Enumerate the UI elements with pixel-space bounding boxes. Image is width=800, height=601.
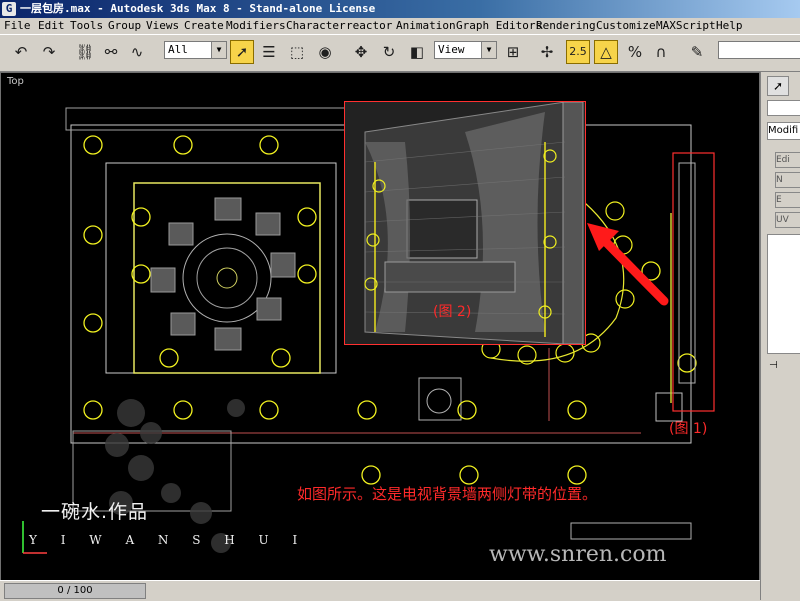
menu-rendering[interactable]: Rendering [536, 18, 596, 34]
bottom-radiator [570, 522, 692, 540]
select-object-icon[interactable]: ➚ [230, 40, 254, 64]
menu-maxscript[interactable]: MAXScript [656, 18, 716, 34]
chandelier-inner [196, 247, 258, 309]
select-link-icon[interactable]: ⛓ [74, 41, 96, 63]
named-selection-icon[interactable]: ✎ [686, 41, 708, 63]
modifier-stack-list[interactable] [767, 234, 800, 354]
rectangular-selection-icon[interactable]: ⬚ [286, 41, 308, 63]
time-slider-bar: 0 / 100 [0, 580, 760, 601]
figure2-label: (图 2) [433, 304, 472, 320]
figure1-label: (图 1) [669, 421, 708, 437]
menu-edit[interactable]: Edit [38, 18, 65, 34]
pin-stack-icon[interactable]: ⊣ [769, 360, 778, 371]
app-icon[interactable]: G [2, 2, 16, 16]
angle-snap-icon[interactable]: △ [594, 40, 618, 64]
scale-icon[interactable]: ◧ [406, 41, 428, 63]
create-tab-icon[interactable]: ➚ [767, 76, 789, 96]
menu-animation[interactable]: Animation [396, 18, 456, 34]
spinner-snap-icon[interactable]: ∩ [650, 41, 672, 63]
percent-snap-icon[interactable]: % [624, 41, 646, 63]
chandelier-core [216, 267, 238, 289]
flower-decoration [105, 399, 245, 553]
chevron-down-icon: ▼ [481, 42, 496, 58]
site-watermark: www.snren.com [489, 542, 667, 567]
menu-character[interactable]: Character [286, 18, 346, 34]
edit-mesh-button[interactable]: Edi [775, 152, 800, 168]
top-viewport[interactable]: Top (图 2) (图 1) 如图所示。这是电视背景墙两侧灯带的位置。 一碗水… [0, 72, 760, 582]
normal-button[interactable]: N [775, 172, 800, 188]
object-name-field[interactable] [767, 100, 800, 116]
chevron-down-icon: ▼ [211, 42, 226, 58]
chair-ring [150, 197, 296, 351]
menu-customize[interactable]: Customize [596, 18, 656, 34]
window-crossing-icon[interactable]: ◉ [314, 41, 336, 63]
move-icon[interactable]: ✥ [350, 41, 372, 63]
select-by-name-icon[interactable]: ☰ [258, 41, 280, 63]
menu-graph-editors[interactable]: Graph Editors [456, 18, 542, 34]
select-manipulate-icon[interactable]: ✢ [536, 41, 558, 63]
modifier-list-dropdown[interactable]: Modifi [767, 122, 800, 140]
menu-file[interactable]: File [4, 18, 31, 34]
menu-bar: File Edit Tools Group Views Create Modif… [0, 18, 800, 34]
tv-cabinet [384, 261, 516, 293]
main-toolbar: ↶ ↷ ⛓ ⚯ ∿ All ▼ ➚ ☰ ⬚ ◉ ✥ ↻ ◧ View ▼ ⊞ ✢… [0, 34, 800, 72]
title-bar: G 一层包房.max - Autodesk 3ds Max 8 - Stand-… [0, 0, 800, 18]
named-selection-sets-field[interactable] [718, 41, 800, 59]
menu-modifiers[interactable]: Modifiers [226, 18, 286, 34]
uvw-map-button[interactable]: UV [775, 212, 800, 228]
top-wall-block [65, 107, 367, 131]
extrude-button[interactable]: E [775, 192, 800, 208]
selection-filter-dropdown[interactable]: All ▼ [164, 41, 227, 59]
snap-toggle-icon[interactable]: 2.5 [566, 40, 590, 64]
menu-views[interactable]: Views [146, 18, 179, 34]
menu-group[interactable]: Group [108, 18, 141, 34]
time-slider[interactable]: 0 / 100 [4, 583, 146, 599]
author-signature: 一碗水.作品 [41, 501, 149, 523]
selection-filter-value: All [168, 43, 188, 56]
menu-help[interactable]: Help [716, 18, 743, 34]
menu-tools[interactable]: Tools [70, 18, 103, 34]
reference-coordinate-dropdown[interactable]: View ▼ [434, 41, 497, 59]
menu-create[interactable]: Create [184, 18, 224, 34]
undo-icon[interactable]: ↶ [10, 41, 32, 63]
annotation-caption: 如图所示。这是电视背景墙两侧灯带的位置。 [297, 485, 598, 503]
reference-coordinate-value: View [438, 43, 465, 56]
menu-reactor[interactable]: reactor [346, 18, 392, 34]
unlink-icon[interactable]: ⚯ [100, 41, 122, 63]
redo-icon[interactable]: ↷ [38, 41, 60, 63]
bind-space-warp-icon[interactable]: ∿ [126, 41, 148, 63]
floor-fixture [418, 377, 462, 421]
author-pinyin: Y I W A N S H U I [29, 533, 308, 547]
rotate-icon[interactable]: ↻ [378, 41, 400, 63]
pivot-center-icon[interactable]: ⊞ [502, 41, 524, 63]
window-title: 一层包房.max - Autodesk 3ds Max 8 - Stand-al… [20, 2, 376, 15]
command-panel: ➚ Modifi Edi N E UV ⊣ [760, 72, 800, 600]
corner-fixture [655, 392, 683, 422]
